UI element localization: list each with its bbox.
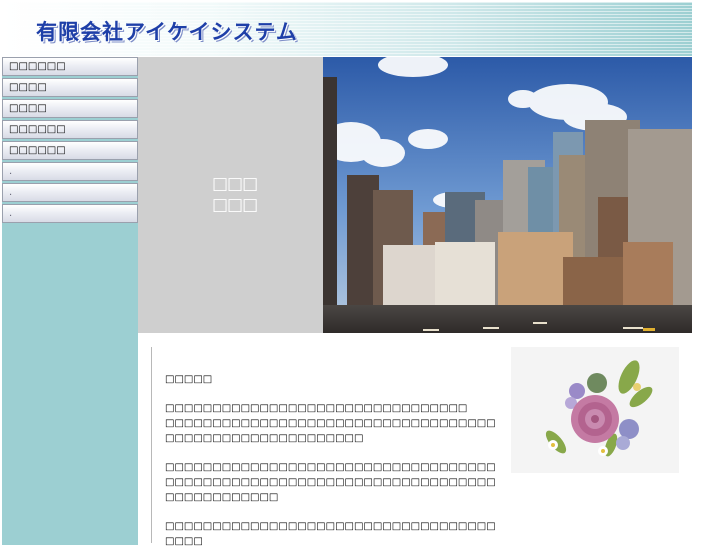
content-paragraph-1-line-2: □□□□□□□□□□□□□□□□□□□□□□□□□□□□□□□□□□□□□□□□…	[165, 418, 496, 444]
city-skyline-image	[323, 57, 692, 333]
hero-caption-panel: □□□ □□□	[138, 57, 323, 333]
menu-item-3[interactable]: □□□□	[2, 99, 138, 118]
main-content: □□□□□ □□□□□□□□□□□□□□□□□□□□□□□□□□□□□□□□ □…	[165, 372, 500, 549]
menu-item-8[interactable]: .	[2, 204, 138, 223]
menu-item-2[interactable]: □□□□	[2, 78, 138, 97]
sidebar: □□□□□□ □□□□ □□□□ □□□□□□ □□□□□□ . . .	[2, 57, 138, 545]
hero-caption-line-2: □□□	[212, 195, 258, 215]
menu-item-7[interactable]: .	[2, 183, 138, 202]
content-divider	[151, 347, 152, 543]
menu-item-1[interactable]: □□□□□□	[2, 57, 138, 76]
hero-caption-line-1: □□□	[212, 174, 258, 194]
menu-item-5[interactable]: □□□□□□	[2, 141, 138, 160]
content-paragraph-2: □□□□□□□□□□□□□□□□□□□□□□□□□□□□□□□□□□□□□□□□…	[165, 462, 496, 503]
menu-item-6[interactable]: .	[2, 162, 138, 181]
content-paragraph-1-line-1: □□□□□□□□□□□□□□□□□□□□□□□□□□□□□□□□	[165, 403, 468, 414]
flower-bouquet-image	[511, 347, 679, 473]
content-heading: □□□□□	[165, 374, 213, 385]
company-logo[interactable]: 有限会社アイケイシステム	[36, 16, 298, 46]
hero-caption: □□□ □□□	[212, 174, 258, 216]
sidebar-menu: □□□□□□ □□□□ □□□□ □□□□□□ □□□□□□ . . .	[2, 57, 138, 225]
header-banner: 有限会社アイケイシステム	[2, 2, 692, 56]
menu-item-4[interactable]: □□□□□□	[2, 120, 138, 139]
